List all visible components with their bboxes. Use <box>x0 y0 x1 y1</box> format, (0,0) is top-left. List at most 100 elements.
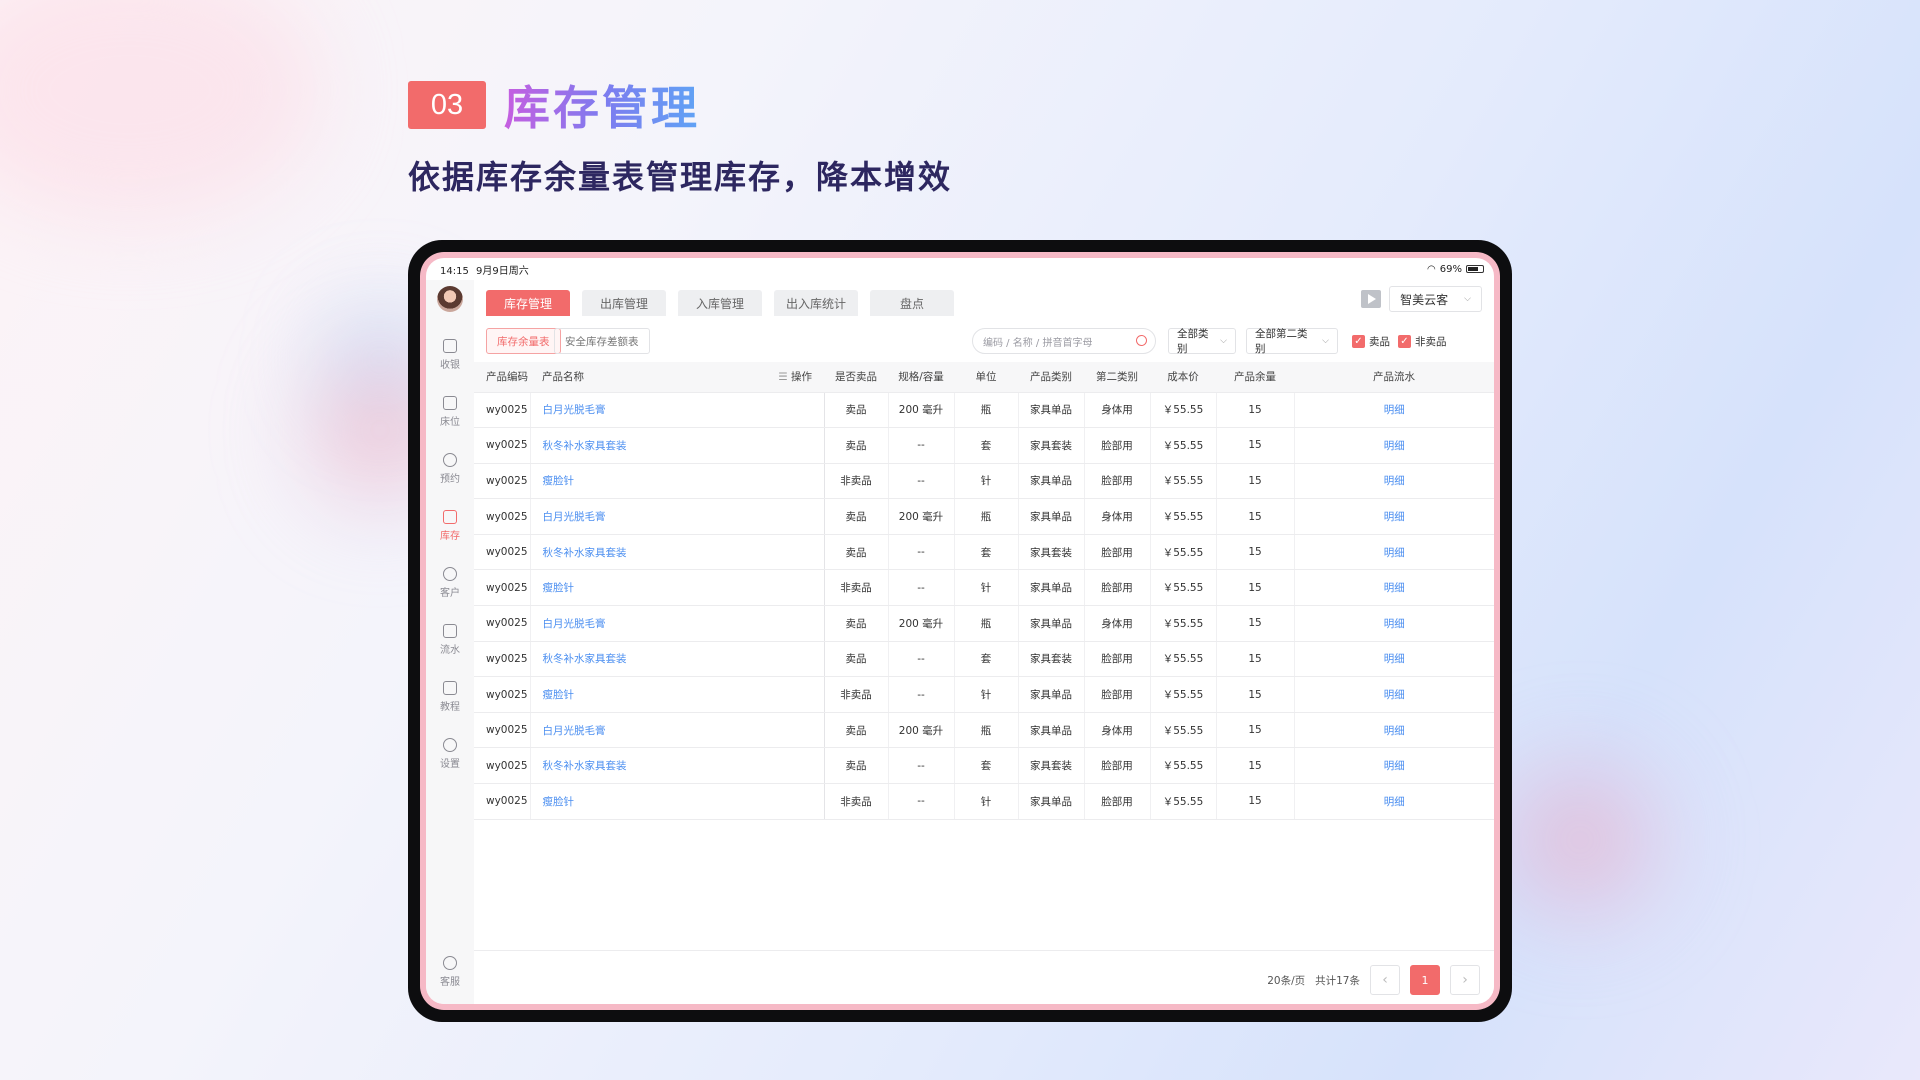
cell-name[interactable]: 白月光脱毛膏 <box>529 498 825 535</box>
cell-unit: 套 <box>953 819 1018 820</box>
sidebar-item-label: 客服 <box>440 976 460 988</box>
list-icon: ☰ <box>778 371 791 384</box>
store-select[interactable]: 智美云客 ⌵ <box>1389 286 1482 312</box>
page-button-current[interactable]: 1 <box>1410 965 1440 995</box>
table-row: wy0025 秋冬补水家具套装 卖品 -- 套家具套装 脸部用 ￥55.55 15 明细 <box>474 427 1494 464</box>
cell-flow-link[interactable]: 明细 <box>1293 783 1494 820</box>
cell-unit: 针 <box>953 783 1018 820</box>
cell-code: wy0025 <box>474 747 530 785</box>
video-icon <box>443 680 457 695</box>
subtab-stock-balance[interactable]: 库存余量表 <box>486 328 561 354</box>
cell-flow-link[interactable]: 明细 <box>1293 676 1494 713</box>
cell-name[interactable]: 瘦脸针 <box>529 819 825 820</box>
tab-outbound[interactable]: 出库管理 <box>582 290 666 316</box>
avatar[interactable] <box>437 286 463 312</box>
cell-flow-link[interactable]: 明细 <box>1293 712 1494 749</box>
cell-cost: ￥55.55 <box>1149 392 1216 429</box>
tab-inventory[interactable]: 库存管理 <box>486 290 570 316</box>
cell-name[interactable]: 秋冬补水家具套装 <box>529 427 825 464</box>
cell-name[interactable]: 瘦脸针 <box>529 783 825 820</box>
cell-name[interactable]: 白月光脱毛膏 <box>529 605 825 642</box>
ledger-icon <box>443 623 457 638</box>
cell-cost: ￥55.55 <box>1149 463 1216 500</box>
sidebar-item-tutorial[interactable]: 教程 <box>426 668 474 725</box>
cell-flow-link[interactable]: 明细 <box>1293 605 1494 642</box>
cell-stock: 15 <box>1215 463 1294 500</box>
clock-icon <box>443 452 457 467</box>
sidebar-item-bed[interactable]: 床位 <box>426 383 474 440</box>
cell-code: wy0025 <box>474 392 530 429</box>
status-date: 9月9日周六 <box>476 265 529 277</box>
cell-flow-link[interactable]: 明细 <box>1293 819 1494 820</box>
cell-category: 家具单品 <box>1017 712 1084 749</box>
checkbox-sellable[interactable]: ✓ 卖品 <box>1352 334 1390 349</box>
sidebar-item-ledger[interactable]: 流水 <box>426 611 474 668</box>
cell-unit: 套 <box>953 641 1018 678</box>
cell-code: wy0025 <box>474 641 530 678</box>
cell-second-category: 身体用 <box>1083 605 1150 642</box>
cell-flow-link[interactable]: 明细 <box>1293 463 1494 500</box>
section-subtitle: 依据库存余量表管理库存，降本增效 <box>408 158 953 196</box>
tab-stocktake[interactable]: 盘点 <box>870 290 954 316</box>
tab-inbound[interactable]: 入库管理 <box>678 290 762 316</box>
sidebar-item-inventory[interactable]: 库存 <box>426 497 474 554</box>
sidebar-item-service[interactable]: 客服 <box>426 943 474 1000</box>
cell-unit: 套 <box>953 534 1018 571</box>
column-header-operation[interactable]: ☰ 操作 <box>760 362 824 393</box>
subtab-safety-stock-gap[interactable]: 安全库存差额表 <box>554 328 650 354</box>
table-row: wy0025 秋冬补水家具套装 卖品 -- 套家具套装 脸部用 ￥55.55 15 明细 <box>474 534 1494 571</box>
cell-sellable: 卖品 <box>823 498 888 535</box>
table-row: wy0025 瘦脸针 非卖品 -- 针家具单品 脸部用 ￥55.55 15 明细 <box>474 569 1494 607</box>
tablet-device: 14:15 9月9日周六 ◠ 69% 收银 床位 预约 库存客户流水 教程 设置 客服 库… <box>408 240 1512 1022</box>
next-page-button[interactable]: › <box>1450 965 1480 995</box>
cell-cost: ￥55.55 <box>1149 747 1216 785</box>
checkbox-non-sellable[interactable]: ✓ 非卖品 <box>1398 334 1447 349</box>
page-size[interactable]: 20条/页 <box>1267 973 1305 988</box>
cell-spec: -- <box>887 747 954 785</box>
cash-register-icon <box>443 338 457 353</box>
cell-stock: 15 <box>1215 783 1294 820</box>
sidebar-item-appointment[interactable]: 预约 <box>426 440 474 497</box>
cell-flow-link[interactable]: 明细 <box>1293 569 1494 607</box>
prev-page-button[interactable]: ‹ <box>1370 965 1400 995</box>
column-header-sellable: 是否卖品 <box>824 362 888 393</box>
second-category-select[interactable]: 全部第二类别 ⌵ <box>1246 328 1338 355</box>
cell-name[interactable]: 瘦脸针 <box>529 569 825 607</box>
cell-code: wy0025 <box>474 712 530 749</box>
cell-flow-link[interactable]: 明细 <box>1293 427 1494 464</box>
sidebar-item-cashier[interactable]: 收银 <box>426 326 474 383</box>
cell-flow-link[interactable]: 明细 <box>1293 392 1494 429</box>
cell-name[interactable]: 瘦脸针 <box>529 676 825 713</box>
status-bar: 14:15 9月9日周六 ◠ 69% <box>426 258 1494 280</box>
cell-name[interactable]: 白月光脱毛膏 <box>529 392 825 429</box>
cell-flow-link[interactable]: 明细 <box>1293 498 1494 535</box>
cell-cost: ￥55.55 <box>1149 783 1216 820</box>
cell-name[interactable]: 秋冬补水家具套装 <box>529 747 825 785</box>
cell-flow-link[interactable]: 明细 <box>1293 641 1494 678</box>
cell-name[interactable]: 瘦脸针 <box>529 463 825 500</box>
cell-unit: 针 <box>953 676 1018 713</box>
cell-code: wy0025 <box>474 498 530 535</box>
sidebar-item-settings[interactable]: 设置 <box>426 725 474 782</box>
main-tabs: 库存管理 出库管理 入库管理 出入库统计 盘点 <box>486 290 954 316</box>
cell-flow-link[interactable]: 明细 <box>1293 534 1494 571</box>
tablet-bezel: 14:15 9月9日周六 ◠ 69% 收银 床位 预约 库存客户流水 教程 设置 客服 库… <box>420 252 1500 1010</box>
cell-code: wy0025 <box>474 534 530 571</box>
cell-name[interactable]: 秋冬补水家具套装 <box>529 534 825 571</box>
cell-name[interactable]: 白月光脱毛膏 <box>529 712 825 749</box>
sidebar-item-customer[interactable]: 客户 <box>426 554 474 611</box>
table-row: wy0025 瘦脸针 非卖品 -- 针家具单品 脸部用 ￥55.55 15 明细 <box>474 463 1494 500</box>
cell-second-category: 身体用 <box>1083 712 1150 749</box>
cell-flow-link[interactable]: 明细 <box>1293 747 1494 785</box>
sidebar-item-label: 客户 <box>440 587 460 599</box>
search-icon[interactable] <box>1136 335 1147 346</box>
cell-name[interactable]: 秋冬补水家具套装 <box>529 641 825 678</box>
cell-unit: 套 <box>953 747 1018 785</box>
table-footer: 20条/页 共计17条 ‹ 1 › <box>474 950 1494 1004</box>
cell-stock: 15 <box>1215 747 1294 785</box>
column-header-code: 产品编码 <box>474 362 530 393</box>
search-input[interactable]: 编码 / 名称 / 拼音首字母 <box>972 328 1156 354</box>
video-icon[interactable] <box>1361 290 1382 308</box>
tab-inout-stats[interactable]: 出入库统计 <box>774 290 858 316</box>
category-select[interactable]: 全部类别 ⌵ <box>1168 328 1236 355</box>
